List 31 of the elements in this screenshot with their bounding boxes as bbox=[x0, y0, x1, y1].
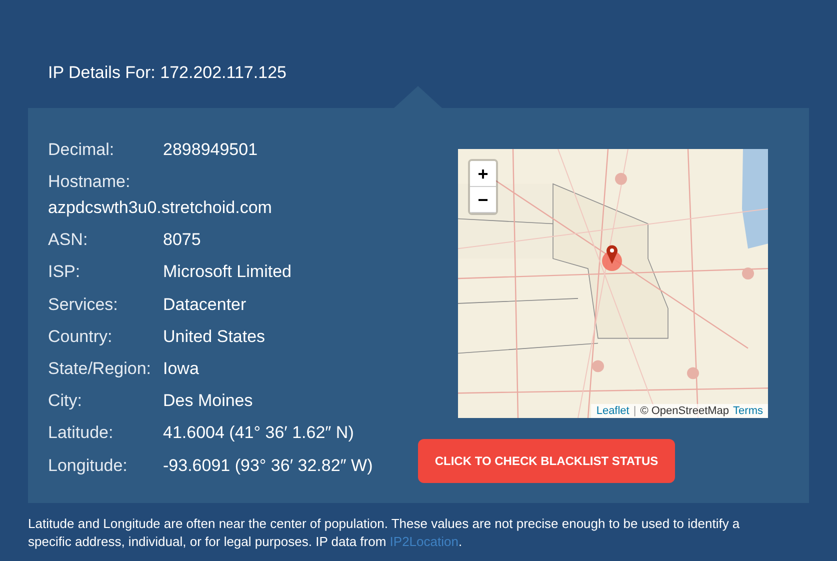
detail-value: 41.6004 (41° 36′ 1.62″ N) bbox=[163, 423, 354, 444]
map[interactable]: + − Leaflet | © OpenStreetMap Terms bbox=[458, 149, 768, 418]
detail-value: Des Moines bbox=[163, 391, 253, 412]
terms-link[interactable]: Terms bbox=[733, 405, 763, 417]
detail-label: Decimal: bbox=[48, 140, 116, 160]
detail-value: Datacenter bbox=[163, 294, 246, 315]
detail-label: ASN: bbox=[48, 230, 89, 250]
detail-value: Microsoft Limited bbox=[163, 262, 292, 282]
detail-label: Services: bbox=[48, 294, 119, 315]
detail-label: ISP: bbox=[48, 262, 82, 282]
footnote-text: Latitude and Longitude are often near the center of population. These values are not precise enough to be used to identify a specific address, individual, or for legal purposes. IP data from IP2Location. bbox=[28, 515, 741, 551]
ip-details-title: IP Details For: 172.202.117.125 bbox=[47, 63, 288, 84]
leaflet-link[interactable]: Leaflet bbox=[596, 405, 630, 417]
detail-value: azpdcswth3u0.stretchoid.com bbox=[48, 198, 272, 218]
attribution-text: © OpenStreetMap bbox=[640, 405, 730, 417]
check-blacklist-button[interactable]: CLICK TO CHECK BLACKLIST STATUS bbox=[418, 439, 675, 483]
detail-label: State/Region: bbox=[48, 358, 152, 379]
detail-value: 2898949501 bbox=[163, 140, 258, 160]
separator: | bbox=[633, 405, 636, 417]
detail-value: Iowa bbox=[163, 358, 199, 379]
detail-value: United States bbox=[163, 326, 266, 347]
detail-value: 8075 bbox=[163, 230, 201, 250]
map-marker-icon bbox=[601, 242, 623, 272]
detail-value: -93.6091 (93° 36′ 32.82″ W) bbox=[163, 456, 373, 476]
detail-label: Longitude: bbox=[48, 456, 128, 476]
detail-label: Latitude: bbox=[48, 423, 114, 444]
detail-label: Country: bbox=[48, 326, 114, 347]
zoom-in-button[interactable]: + bbox=[470, 161, 496, 187]
detail-label: City: bbox=[48, 391, 83, 412]
zoom-out-button[interactable]: − bbox=[470, 187, 496, 213]
detail-label: Hostname: bbox=[48, 172, 130, 192]
